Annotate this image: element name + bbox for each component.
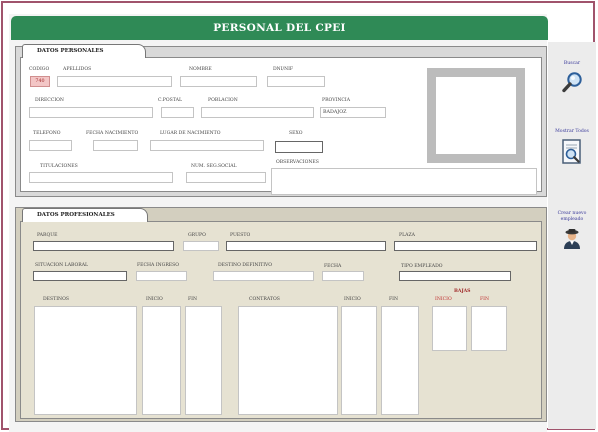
label-titulaciones: TITULACIONES xyxy=(40,164,78,169)
label-destino-definitivo: DESTINO DEFINITIVO xyxy=(218,263,273,268)
cpostal-field[interactable] xyxy=(161,107,194,118)
label-poblacion: POBLACION xyxy=(208,98,238,103)
mostrar-todos-label: Mostrar Todos xyxy=(555,129,589,134)
label-tipo-empleado: TIPO EMPLEADO xyxy=(401,264,443,269)
label-codigo: CODIGO xyxy=(29,67,50,72)
label-fecha: FECHA xyxy=(324,264,342,269)
label-puesto: PUESTO xyxy=(230,233,251,238)
label-plaza: PLAZA xyxy=(399,233,415,238)
label-fecha-nacimiento: FECHA NACIMIENTO xyxy=(86,131,139,136)
photo-frame xyxy=(427,68,525,163)
label-contratos-fin: FIN xyxy=(389,297,399,302)
contratos-fin-list[interactable] xyxy=(381,306,419,415)
observaciones-field[interactable] xyxy=(271,168,537,195)
label-seg-social: NUM. SEG.SOCIAL xyxy=(191,164,237,169)
destino-definitivo-field[interactable] xyxy=(213,271,314,281)
label-dni: DNI/NIF xyxy=(273,67,294,72)
bajas-fin-list[interactable] xyxy=(471,306,507,351)
label-bajas: BAJAS xyxy=(454,289,471,294)
fecha-ingreso-field[interactable] xyxy=(136,271,187,281)
lugar-nacimiento-field[interactable] xyxy=(150,140,264,151)
new-employee-icon xyxy=(564,229,580,249)
situacion-laboral-field[interactable] xyxy=(33,271,127,281)
fecha-field[interactable] xyxy=(322,271,364,281)
puesto-field[interactable] xyxy=(226,241,386,251)
crear-empleado-label-2: empleado xyxy=(560,217,584,222)
dni-field[interactable] xyxy=(267,76,325,87)
label-nombre: NOMBRE xyxy=(189,67,212,72)
seg-social-field[interactable] xyxy=(186,172,266,183)
label-observaciones: OBSERVACIONES xyxy=(276,160,319,165)
contratos-list[interactable] xyxy=(238,306,338,415)
grupo-field[interactable] xyxy=(183,241,219,251)
direccion-field[interactable] xyxy=(29,107,153,118)
destinos-list[interactable] xyxy=(34,306,137,415)
label-contratos-inicio: INICIO xyxy=(344,297,361,302)
destinos-fin-list[interactable] xyxy=(185,306,222,415)
label-destinos: DESTINOS xyxy=(43,297,69,302)
provincia-field[interactable]: BADAJOZ xyxy=(320,107,386,118)
mostrar-todos-button[interactable]: Mostrar Todos xyxy=(548,129,596,166)
poblacion-field[interactable] xyxy=(201,107,314,118)
titulaciones-field[interactable] xyxy=(29,172,173,183)
buscar-label: Buscar xyxy=(563,61,581,66)
fecha-nacimiento-field[interactable] xyxy=(93,140,138,151)
telefono-field[interactable] xyxy=(29,140,72,151)
label-direccion: DIRECCION xyxy=(35,98,64,103)
document-search-icon xyxy=(562,139,581,164)
label-fecha-ingreso: FECHA INGRESO xyxy=(137,263,180,268)
label-destinos-inicio: INICIO xyxy=(146,297,163,302)
apellidos-field[interactable] xyxy=(57,76,172,87)
label-bajas-fin: FIN xyxy=(480,297,490,302)
parque-field[interactable] xyxy=(33,241,174,251)
sexo-field[interactable] xyxy=(275,141,323,153)
tab-datos-personales[interactable]: DATOS PERSONALES xyxy=(22,44,146,58)
label-bajas-inicio: INICIO xyxy=(435,297,452,302)
contratos-inicio-list[interactable] xyxy=(341,306,377,415)
label-telefono: TELEFONO xyxy=(33,131,61,136)
form-title: PERSONAL DEL CPEI xyxy=(11,16,548,40)
label-lugar-nacimiento: LUGAR DE NACIMIENTO xyxy=(160,131,221,136)
label-provincia: PROVINCIA xyxy=(322,98,351,103)
label-apellidos: APELLIDOS xyxy=(63,67,92,72)
label-cpostal: C.POSTAL xyxy=(158,98,182,103)
buscar-button[interactable]: Buscar xyxy=(548,61,596,94)
tipo-empleado-field[interactable] xyxy=(399,271,511,281)
codigo-field[interactable]: 740 xyxy=(30,76,50,87)
plaza-field[interactable] xyxy=(394,241,537,251)
label-contratos: CONTRATOS xyxy=(249,297,280,302)
bajas-inicio-list[interactable] xyxy=(432,306,467,351)
label-situacion-laboral: SITUACION LABORAL xyxy=(35,263,89,268)
label-grupo: GRUPO xyxy=(188,233,206,238)
crear-empleado-button[interactable]: Crear nuevo empleado xyxy=(548,211,596,250)
nombre-field[interactable] xyxy=(180,76,257,87)
destinos-inicio-list[interactable] xyxy=(142,306,181,415)
tab-datos-profesionales[interactable]: DATOS PROFESIONALES xyxy=(22,208,148,222)
magnifier-icon xyxy=(562,72,582,93)
label-parque: PARQUE xyxy=(37,233,58,238)
label-destinos-fin: FIN xyxy=(188,297,198,302)
photo-placeholder xyxy=(436,77,516,154)
label-sexo: SEXO xyxy=(289,131,303,136)
